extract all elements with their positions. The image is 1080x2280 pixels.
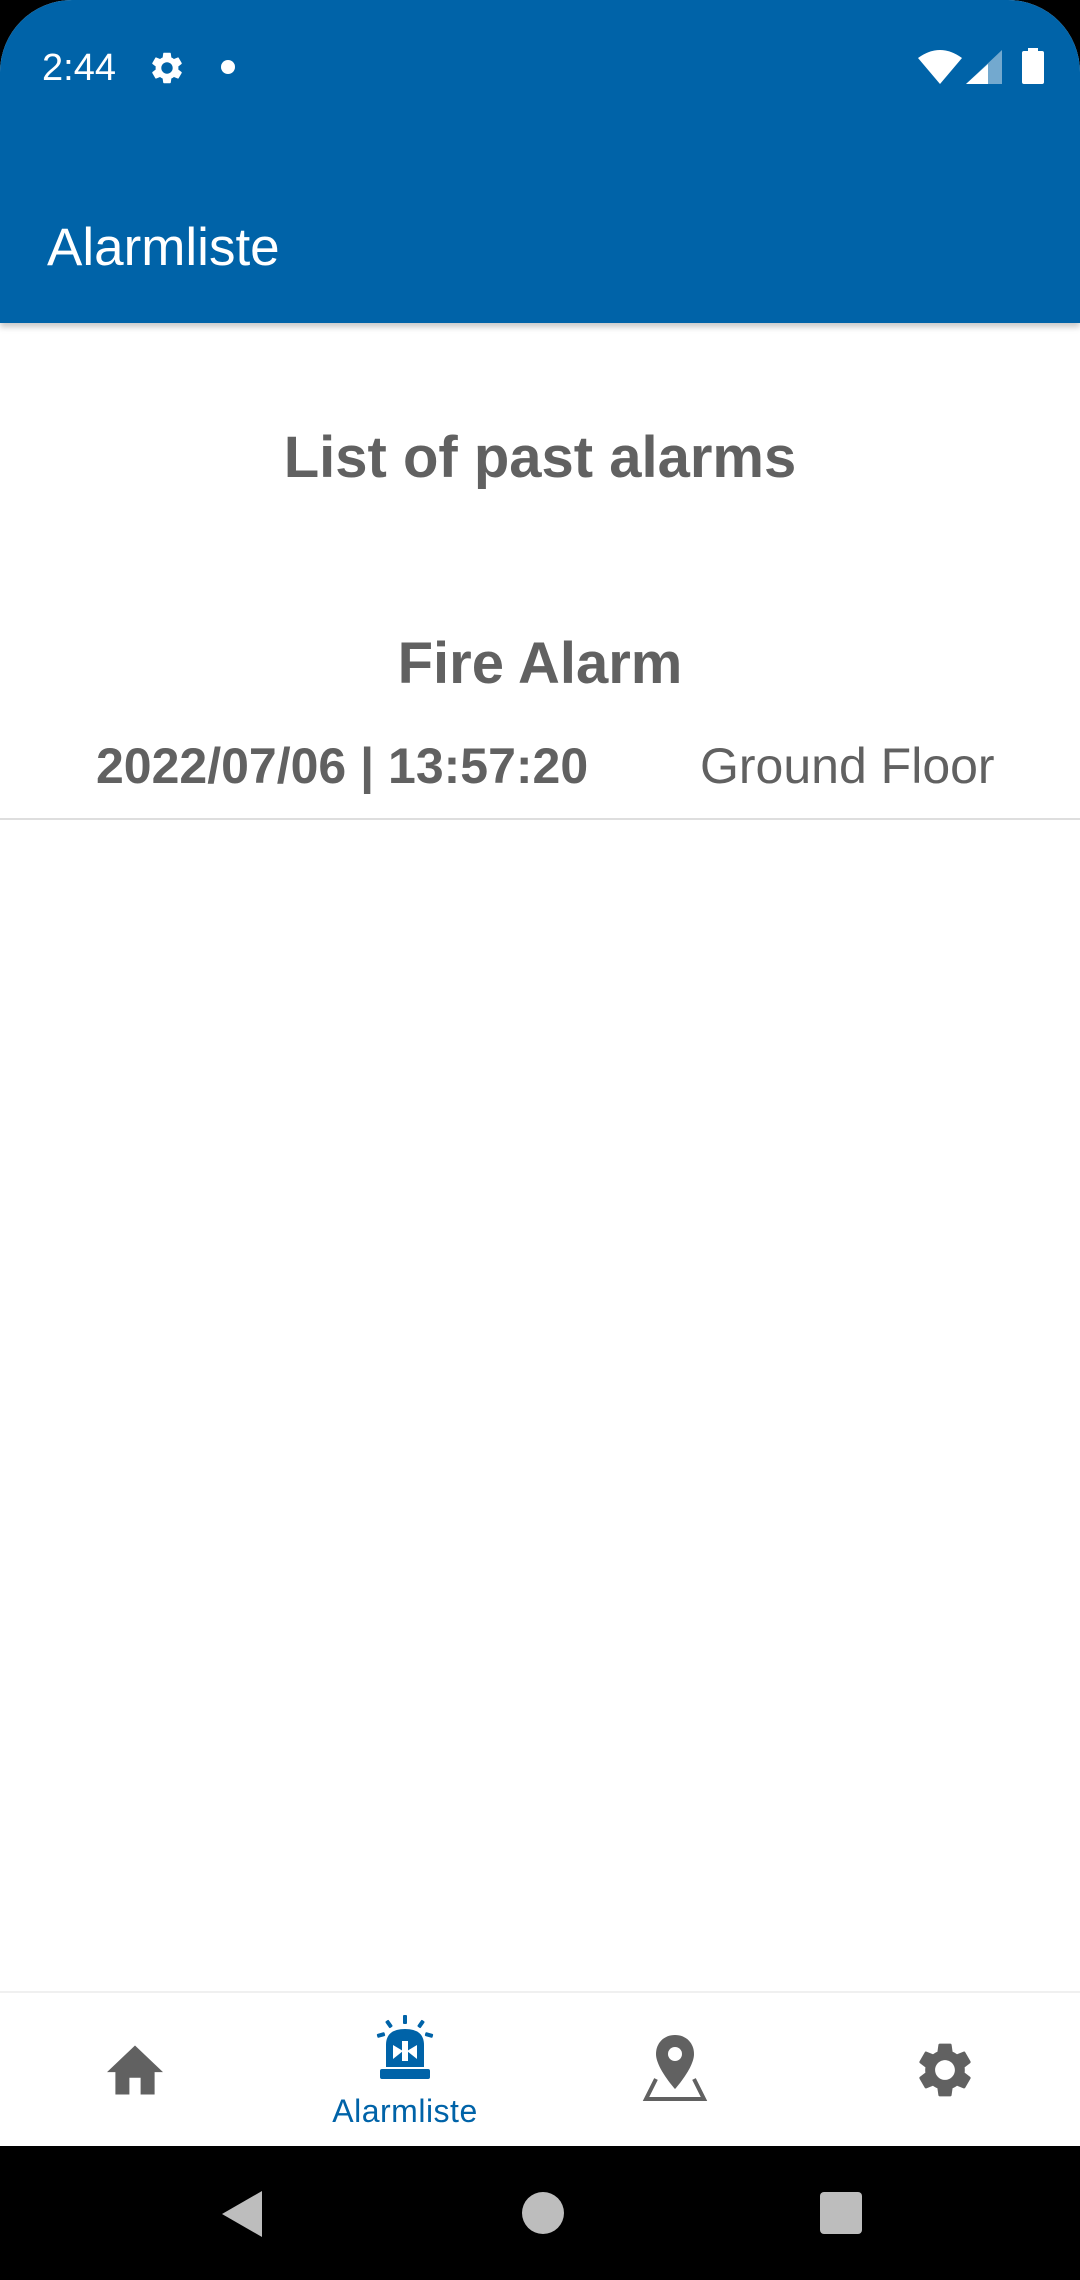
notification-dot-icon — [221, 60, 235, 74]
home-circle-icon[interactable] — [522, 2192, 564, 2234]
wifi-icon — [918, 50, 962, 84]
alarm-list-content: List of past alarms Fire Alarm 2022/07/0… — [0, 323, 1080, 1991]
nav-item-settings[interactable] — [810, 1993, 1080, 2148]
home-icon — [107, 2045, 163, 2095]
map-pin-icon — [642, 2035, 708, 2101]
nav-item-map[interactable] — [540, 1993, 810, 2148]
nav-item-home[interactable] — [0, 1993, 270, 2148]
app-bar: 2:44 Alarmliste — [0, 0, 1080, 323]
gear-icon — [152, 52, 182, 84]
back-icon[interactable] — [222, 2191, 262, 2237]
phone-screen: 2:44 Alarmliste List of past alarms Fire… — [0, 0, 1080, 2280]
alarm-list-item[interactable]: Fire Alarm 2022/07/06 | 13:57:20 Ground … — [0, 623, 1080, 820]
bottom-navigation: Alarmliste — [0, 1991, 1080, 2148]
system-navigation-bar — [0, 2146, 1080, 2280]
alarm-location: Ground Floor — [700, 738, 995, 794]
signal-icon — [966, 50, 1002, 84]
page-heading: List of past alarms — [283, 425, 797, 490]
recents-icon[interactable] — [820, 2192, 862, 2234]
app-bar-title: Alarmliste — [47, 218, 280, 277]
alarm-title: Fire Alarm — [397, 631, 683, 696]
nav-item-alarmliste[interactable]: Alarmliste — [270, 1993, 540, 2148]
nav-item-label: Alarmliste — [332, 2093, 478, 2129]
battery-icon — [1022, 48, 1044, 84]
settings-gear-icon — [919, 2043, 971, 2097]
status-bar: 2:44 — [0, 0, 1080, 135]
siren-icon — [376, 2015, 434, 2079]
alarm-datetime: 2022/07/06 | 13:57:20 — [96, 738, 589, 794]
status-time: 2:44 — [42, 47, 116, 89]
